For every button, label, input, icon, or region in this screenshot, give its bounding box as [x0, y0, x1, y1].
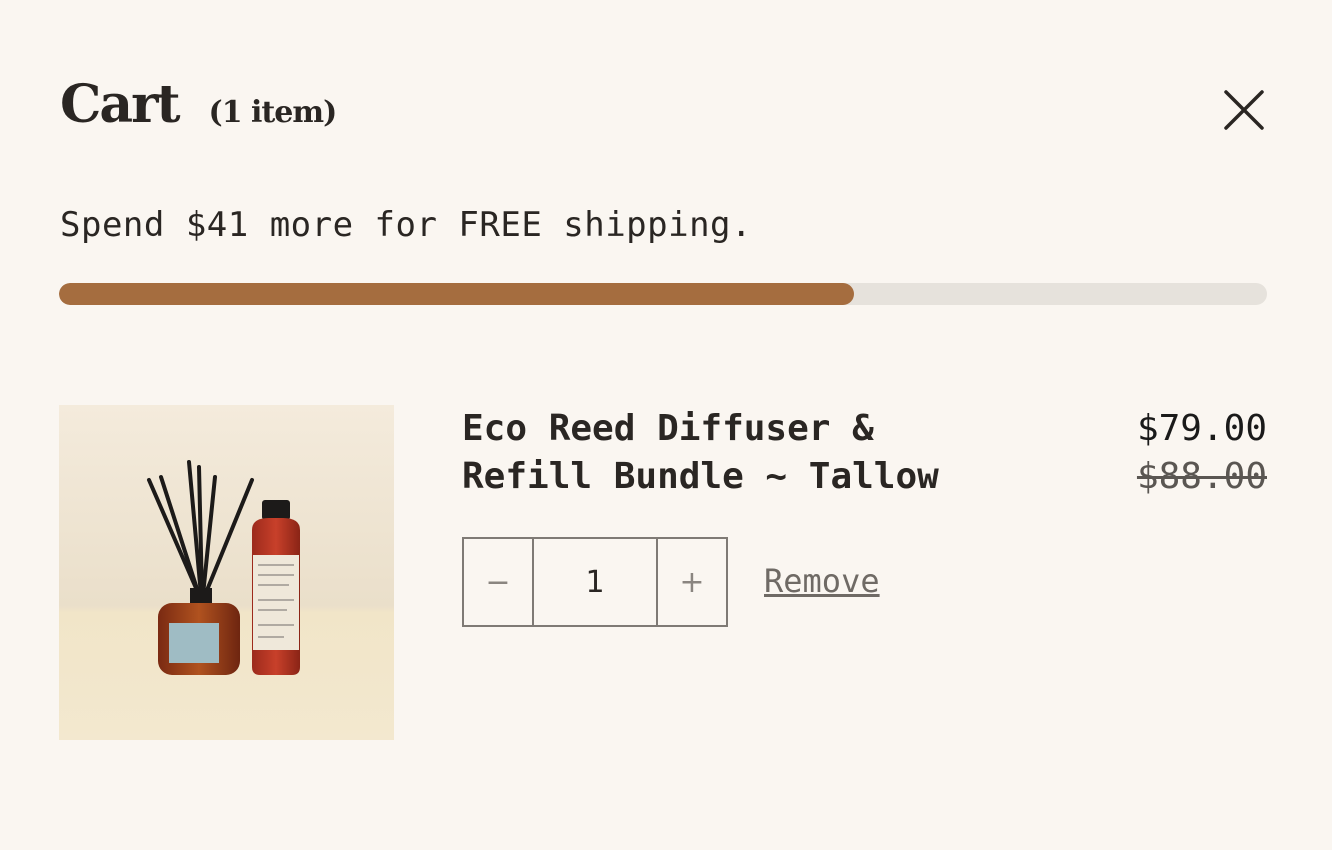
- remove-item-link[interactable]: Remove: [764, 562, 880, 600]
- price-block: $79.00 $88.00: [1137, 405, 1267, 501]
- decrease-quantity-button[interactable]: −: [464, 539, 534, 625]
- product-title[interactable]: Eco Reed Diffuser & Refill Bundle ~ Tall…: [462, 405, 1022, 501]
- cart-title: Cart: [60, 74, 180, 135]
- free-shipping-message: Spend $41 more for FREE shipping.: [60, 205, 753, 245]
- sale-price: $79.00: [1136, 408, 1267, 449]
- free-shipping-progress-bar: [59, 283, 1267, 305]
- close-icon: [1224, 90, 1264, 130]
- reed-diffuser-photo: [59, 405, 394, 740]
- quantity-stepper: − 1 +: [462, 537, 728, 627]
- progress-fill: [59, 283, 854, 305]
- cart-drawer: Cart (1 item) Spend $41 more for FREE sh…: [0, 0, 1332, 850]
- cart-header: Cart (1 item): [60, 74, 338, 135]
- quantity-value[interactable]: 1: [534, 539, 656, 625]
- close-button[interactable]: [1220, 86, 1268, 134]
- product-title-line-2: Refill Bundle ~ Tallow: [462, 456, 939, 497]
- compare-at-price: $88.00: [1136, 456, 1267, 497]
- increase-quantity-button[interactable]: +: [656, 539, 726, 625]
- product-image[interactable]: [59, 405, 394, 740]
- product-title-line-1: Eco Reed Diffuser &: [462, 408, 874, 449]
- cart-item-count: (1 item): [208, 95, 338, 130]
